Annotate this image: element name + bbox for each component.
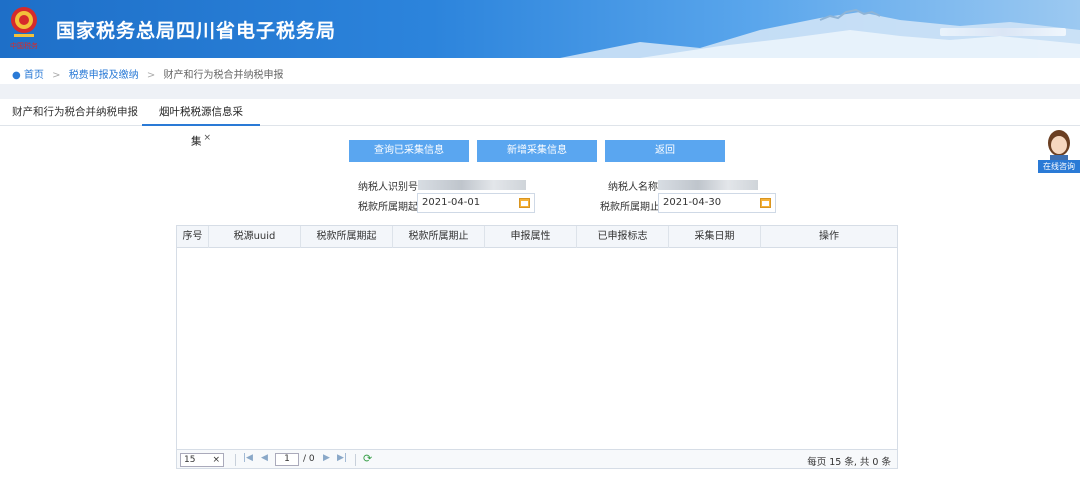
last-page-icon[interactable]: ▶| [337,453,347,463]
page-size-value: 15 [184,455,196,465]
calendar-icon[interactable] [760,197,771,208]
location-pin-icon: ● [12,70,21,81]
online-consult-button[interactable]: 在线咨询 [1038,160,1080,173]
current-page-input[interactable]: 1 [275,453,299,466]
period-end-label: 税款所属期止 [600,202,660,213]
breadcrumb: ● 首页 > 税费申报及缴纳 > 财产和行为税合并纳税申报 [0,58,1080,84]
add-collection-button[interactable]: 新增采集信息 [477,140,597,162]
breadcrumb-separator-icon: > [146,70,156,81]
breadcrumb-separator-icon: > [52,70,61,81]
breadcrumb-current: 财产和行为税合并纳税申报 [163,70,284,81]
tab-label: 烟叶税税源信息采集 [159,106,243,148]
emblem-text: 中国税务 [10,41,38,50]
breadcrumb-tax-filing-link[interactable]: 税费申报及缴纳 [69,70,139,81]
query-collected-button[interactable]: 查询已采集信息 [349,140,469,162]
column-header-period-end[interactable]: 税款所属期止 [393,226,485,248]
column-header-actions[interactable]: 操作 [761,226,897,248]
first-page-icon[interactable]: |◀ [243,453,253,463]
site-header: 中国税务 国家税务总局四川省电子税务局 [0,0,1080,58]
table-header: 序号 税源uuid 税款所属期起 税款所属期止 申报属性 已申报标志 采集日期 … [177,226,897,248]
taxpayer-id-redacted [418,180,526,190]
refresh-icon[interactable]: ⟳ [363,452,372,465]
column-header-period-start[interactable]: 税款所属期起 [301,226,393,248]
tab-label: 财产和行为税合并纳税申报 [12,106,138,118]
pagination-bar: 15 × |◀ ◀ 1 / 0 ▶ ▶| ⟳ 每页 15 条, 共 0 条 [176,449,898,469]
period-end-value: 2021-04-30 [663,197,722,208]
calendar-icon[interactable] [519,197,530,208]
column-header-uuid[interactable]: 税源uuid [209,226,301,248]
breadcrumb-home-link[interactable]: 首页 [24,70,44,81]
taxpayer-name-redacted [658,180,758,190]
tab-tobacco-tax-source[interactable]: 烟叶税税源信息采集 × [142,99,260,148]
page-size-select[interactable]: 15 × [180,453,224,467]
column-header-filed-flag[interactable]: 已申报标志 [577,226,669,248]
taxpayer-id-label: 纳税人识别号 [358,182,418,193]
close-icon[interactable]: × [203,133,211,143]
next-page-icon[interactable]: ▶ [323,453,330,463]
pagination-summary: 每页 15 条, 共 0 条 [807,457,891,468]
tax-source-table: 序号 税源uuid 税款所属期起 税款所属期止 申报属性 已申报标志 采集日期 … [176,225,898,469]
prev-page-icon[interactable]: ◀ [261,453,268,463]
tab-bar: 财产和行为税合并纳税申报 烟叶税税源信息采集 × [0,99,1080,148]
back-button[interactable]: 返回 [605,140,725,162]
table-body-empty [177,248,897,448]
tax-emblem-icon: 中国税务 [10,7,38,50]
period-start-label: 税款所属期起 [358,202,418,213]
period-start-date-input[interactable]: 2021-04-01 [417,193,535,213]
column-header-filing-attribute[interactable]: 申报属性 [485,226,577,248]
site-title: 国家税务总局四川省电子税务局 [56,20,337,42]
tab-combined-tax-filing[interactable]: 财产和行为税合并纳税申报 [0,99,150,126]
column-header-collection-date[interactable]: 采集日期 [669,226,761,248]
total-pages: / 0 [303,454,315,464]
page-size-clear-icon[interactable]: × [212,454,220,466]
user-info-redacted[interactable] [940,28,1066,36]
pager-divider [355,454,356,466]
column-header-index[interactable]: 序号 [177,226,209,248]
pager-divider [235,454,236,466]
section-divider [0,84,1080,99]
taxpayer-name-label: 纳税人名称 [608,182,658,193]
period-end-date-input[interactable]: 2021-04-30 [658,193,776,213]
period-start-value: 2021-04-01 [422,197,481,208]
